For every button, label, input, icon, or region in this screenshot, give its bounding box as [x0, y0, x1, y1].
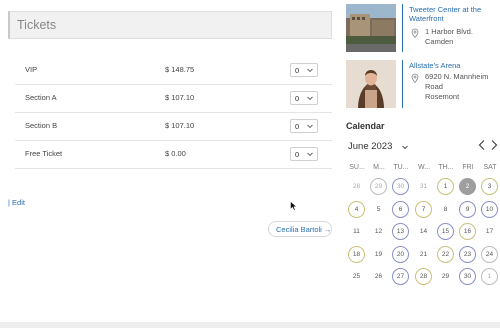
weekday-label: M... — [373, 164, 385, 171]
ticket-row: VIP $ 148.75 0 — [15, 57, 332, 85]
calendar-day[interactable]: 30 — [392, 178, 409, 195]
venue-name[interactable]: Tweeter Center at the Waterfront — [409, 5, 481, 23]
calendar-day[interactable]: 17 — [481, 223, 498, 240]
weekday-label: SAT — [483, 164, 497, 171]
calendar-day[interactable]: 21 — [415, 246, 432, 263]
calendar-day[interactable]: 11 — [348, 223, 365, 240]
venue-image[interactable] — [346, 60, 396, 108]
month-selector[interactable]: June 2023 — [348, 141, 392, 152]
calendar-day[interactable]: 22 — [437, 246, 454, 263]
weekday-label: W... — [417, 164, 431, 171]
weekday-label: FRI — [462, 164, 474, 171]
calendar-day[interactable]: 28 — [348, 178, 365, 195]
calendar-day[interactable]: 31 — [415, 178, 432, 195]
tickets-title: Tickets — [17, 18, 57, 32]
venue-name[interactable]: Allstate's Arena — [409, 61, 460, 70]
chevron-down-icon — [307, 124, 313, 129]
tickets-header: Tickets — [8, 11, 332, 39]
calendar-day[interactable]: 16 — [459, 223, 476, 240]
quantity-select[interactable]: 0 — [290, 119, 318, 133]
calendar-day[interactable]: 5 — [370, 201, 387, 218]
user-link-button[interactable]: Cecilia Bartoli → — [268, 221, 332, 237]
mouse-cursor-icon — [290, 201, 298, 211]
footer-strip — [0, 322, 500, 328]
calendar-day[interactable]: 20 — [392, 246, 409, 263]
calendar-day[interactable]: 8 — [437, 201, 454, 218]
calendar-day[interactable]: 13 — [392, 223, 409, 240]
calendar-day[interactable]: 24 — [481, 246, 498, 263]
ticket-name: Free Ticket — [25, 149, 63, 158]
calendar-title: Calendar — [346, 121, 385, 131]
chevron-left-icon[interactable] — [477, 139, 487, 151]
ticket-price: $ 148.75 — [165, 65, 195, 74]
quantity-select[interactable]: 0 — [290, 147, 318, 161]
calendar-day[interactable]: 7 — [415, 201, 432, 218]
page: Tickets VIP $ 148.75 0 Section A $ 107.1… — [0, 0, 500, 328]
calendar-day[interactable]: 9 — [459, 201, 476, 218]
quantity-select[interactable]: 0 — [290, 63, 318, 77]
chevron-down-icon — [307, 68, 313, 73]
calendar-day[interactable]: 27 — [392, 268, 409, 285]
quantity-value: 0 — [295, 94, 300, 103]
quantity-value: 0 — [295, 150, 300, 159]
edit-link[interactable]: | Edit — [8, 198, 25, 207]
calendar-day[interactable]: 14 — [415, 223, 432, 240]
quantity-value: 0 — [295, 66, 300, 75]
ticket-price: $ 0.00 — [165, 149, 186, 158]
calendar-day[interactable]: 29 — [370, 178, 387, 195]
calendar-day[interactable]: 30 — [459, 268, 476, 285]
calendar-day[interactable]: 6 — [392, 201, 409, 218]
calendar-day[interactable]: 1 — [437, 178, 454, 195]
ticket-row: Section B $ 107.10 0 — [15, 113, 332, 141]
venue-image[interactable] — [346, 4, 396, 52]
user-link-label: Cecilia Bartoli → — [276, 225, 332, 234]
calendar-day[interactable]: 23 — [459, 246, 476, 263]
calendar-day[interactable]: 26 — [370, 268, 387, 285]
chevron-right-icon[interactable] — [489, 139, 499, 151]
venue-divider — [402, 4, 403, 52]
ticket-name: VIP — [25, 65, 38, 74]
weekday-label: TH... — [438, 164, 454, 171]
location-pin-icon — [411, 28, 419, 38]
calendar-day[interactable]: 4 — [348, 201, 365, 218]
calendar-day[interactable]: 25 — [348, 268, 365, 285]
location-pin-icon — [411, 73, 419, 83]
calendar-day-selected[interactable]: 2 — [459, 178, 476, 195]
venue-address: 6920 N. Mannheim Road Rosemont — [425, 72, 489, 101]
chevron-down-icon[interactable] — [401, 143, 409, 151]
ticket-price: $ 107.10 — [165, 121, 195, 130]
ticket-row: Free Ticket $ 0.00 0 — [15, 141, 332, 169]
calendar-day[interactable]: 28 — [415, 268, 432, 285]
calendar-day[interactable]: 12 — [370, 223, 387, 240]
calendar-day[interactable]: 15 — [437, 223, 454, 240]
chevron-down-icon — [307, 96, 313, 101]
weekday-label: TU... — [393, 164, 409, 171]
ticket-row: Section A $ 107.10 0 — [15, 85, 332, 113]
quantity-select[interactable]: 0 — [290, 91, 318, 105]
chevron-down-icon — [307, 152, 313, 157]
calendar-day[interactable]: 18 — [348, 246, 365, 263]
calendar-day[interactable]: 19 — [370, 246, 387, 263]
calendar-day[interactable]: 3 — [481, 178, 498, 195]
ticket-price: $ 107.10 — [165, 93, 195, 102]
calendar-day[interactable]: 1 — [481, 268, 498, 285]
ticket-name: Section B — [25, 121, 58, 130]
venue-address: 1 Harbor Blvd. Camden — [425, 27, 473, 46]
calendar-day[interactable]: 10 — [481, 201, 498, 218]
calendar-day[interactable]: 29 — [437, 268, 454, 285]
weekday-label: SU... — [349, 164, 365, 171]
quantity-value: 0 — [295, 122, 300, 131]
ticket-name: Section A — [25, 93, 57, 102]
venue-divider — [402, 60, 403, 108]
